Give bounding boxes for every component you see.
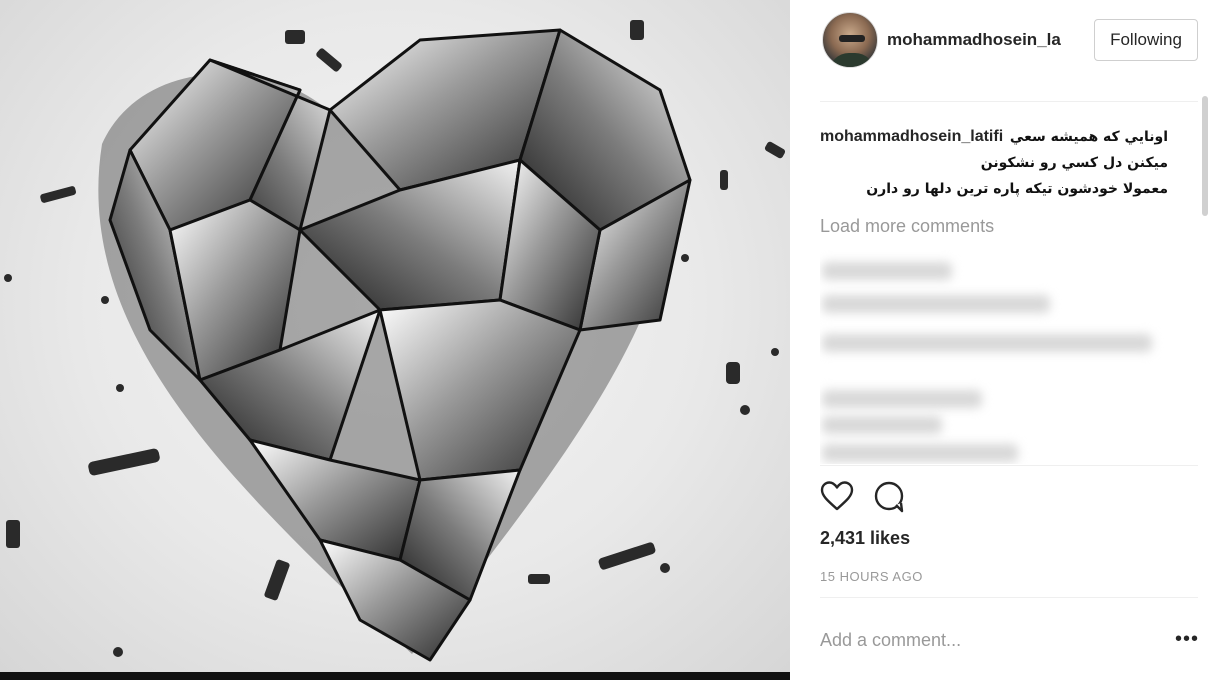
- blurred-comment: [822, 295, 1050, 313]
- post-image[interactable]: [0, 0, 790, 672]
- add-comment-input[interactable]: Add a comment...: [820, 630, 961, 651]
- comment-icon[interactable]: [872, 480, 906, 514]
- blurred-comment: [822, 444, 1018, 462]
- caption-text: اونايي كه هميشه سعي ميكنن دل كسي رو نشكو…: [866, 129, 1168, 197]
- likes-count[interactable]: 2,431 likes: [820, 528, 910, 549]
- blurred-comment: [822, 390, 982, 408]
- blurred-comment: [822, 334, 1152, 352]
- heart-icon[interactable]: [820, 480, 854, 514]
- post-timestamp[interactable]: 15 HOURS AGO: [820, 569, 923, 584]
- more-options-icon[interactable]: •••: [1175, 628, 1199, 651]
- avatar-shirt: [829, 53, 875, 67]
- header-divider: [820, 101, 1198, 102]
- actions-divider: [820, 465, 1198, 466]
- broken-heart-illustration: [4, 20, 786, 662]
- avatar[interactable]: [822, 12, 878, 68]
- following-button[interactable]: Following: [1094, 19, 1198, 61]
- header-username[interactable]: mohammadhosein_la: [887, 30, 1067, 50]
- action-bar: [820, 476, 1198, 516]
- post-header: mohammadhosein_la Following: [820, 10, 1198, 72]
- load-more-comments-link[interactable]: Load more comments: [820, 216, 994, 237]
- comment-input-divider: [820, 597, 1198, 598]
- blurred-comment: [822, 416, 942, 434]
- comments-scrollbar[interactable]: [1202, 96, 1208, 216]
- comments-section: mohammadhosein_latifi اونايي كه هميشه سع…: [820, 112, 1198, 464]
- image-bottom-edge: [0, 672, 790, 680]
- blurred-comment: [822, 262, 952, 280]
- post-details-panel: mohammadhosein_la Following mohammadhose…: [790, 0, 1208, 680]
- avatar-sunglasses: [839, 35, 865, 42]
